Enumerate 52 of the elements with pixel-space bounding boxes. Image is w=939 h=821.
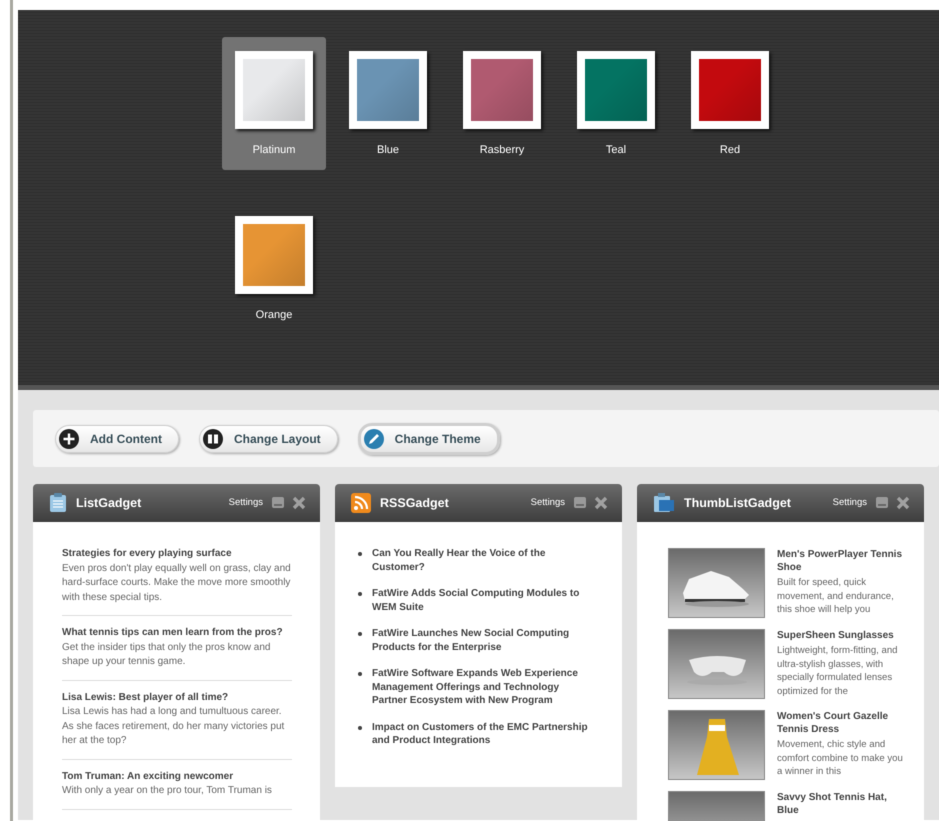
close-icon[interactable] [292, 496, 306, 510]
minimize-icon[interactable] [573, 496, 587, 510]
photo-album-icon [653, 493, 675, 513]
feed-link[interactable]: FatWire Launches New Social Computing Products for the Enterprise [372, 627, 594, 654]
toolbar-button[interactable]: Change Layout [198, 424, 338, 452]
theme-option[interactable]: Blue [336, 37, 440, 170]
theme-option[interactable]: Rasberry [450, 37, 554, 170]
theme-option[interactable]: Platinum [222, 37, 326, 170]
product-title[interactable]: Women's Court Gazelle Tennis Dress [777, 710, 907, 736]
close-icon[interactable] [594, 496, 608, 510]
article-title[interactable]: What tennis tips can men learn from the pros? [62, 626, 292, 640]
theme-option[interactable]: Teal [564, 37, 668, 170]
gadget-title: RSSGadget [380, 494, 449, 512]
bullet-icon [358, 726, 362, 730]
article-summary: With only a year on the pro tour, Tom Truman is [62, 784, 273, 798]
bullet-icon [358, 672, 362, 676]
toolbar-button[interactable]: Change Theme [358, 422, 500, 454]
bullet-icon [358, 552, 362, 556]
product-title[interactable]: Men's PowerPlayer Tennis Shoe [777, 548, 907, 574]
settings-link[interactable]: Settings [832, 496, 867, 510]
settings-link[interactable]: Settings [228, 496, 263, 510]
product-title[interactable]: Savvy Shot Tennis Hat, Blue [777, 791, 907, 817]
minimize-icon[interactable] [271, 496, 285, 510]
settings-link[interactable]: Settings [530, 496, 565, 510]
gadget-title: ThumbListGadget [684, 494, 791, 512]
article-summary: Lisa Lewis has had a long and tumultuous career. As she faces retirement, do her many victories put her at the top? [62, 705, 286, 748]
minimize-icon[interactable] [875, 496, 889, 510]
feed-link[interactable]: FatWire Software Expands Web Experience Management Offerings and Technology Partner Ecosystem with New Program [372, 667, 594, 708]
article-summary: Get the insider tips that only the pros know and shape up your tennis game. [62, 640, 272, 669]
theme-option[interactable]: Orange [222, 202, 326, 335]
plus-icon [58, 428, 80, 450]
product-title[interactable]: SuperSheen Sunglasses [777, 629, 907, 642]
article-summary: Even pros don't play equally well on grass, clay and hard-surface courts. Make the move more smoothly with these special tips. [62, 562, 292, 604]
product-description: Lightweight, form-fitting, and ultra-stylish glasses, with specially formulated lenses optimized for the [777, 644, 899, 698]
toolbar-button[interactable]: Add Content [55, 424, 179, 452]
columns-icon [202, 428, 224, 450]
close-icon[interactable] [896, 496, 910, 510]
brush-icon [362, 428, 385, 450]
article-title[interactable]: Strategies for every playing surface [62, 547, 292, 562]
article-title[interactable]: Lisa Lewis: Best player of all time? [62, 690, 292, 705]
product-description: Built for speed, quick movement, and endurance, this shoe will help you [777, 576, 895, 616]
product-description: Movement, chic style and comfort combine to make you a winner in this [777, 738, 904, 778]
bullet-icon [358, 632, 362, 636]
gadget-title: ListGadget [76, 494, 142, 512]
clipboard-icon [49, 493, 67, 513]
theme-option[interactable]: Red [678, 37, 782, 170]
rss-icon [351, 493, 371, 513]
feed-link[interactable]: FatWire Adds Social Computing Modules to WEM Suite [372, 587, 594, 614]
bullet-icon [358, 592, 362, 596]
feed-link[interactable]: Can You Really Hear the Voice of the Customer? [372, 547, 594, 574]
article-title[interactable]: Tom Truman: An exciting newcomer [62, 770, 292, 784]
feed-link[interactable]: Impact on Customers of the EMC Partnership and Product Integrations [372, 720, 594, 748]
